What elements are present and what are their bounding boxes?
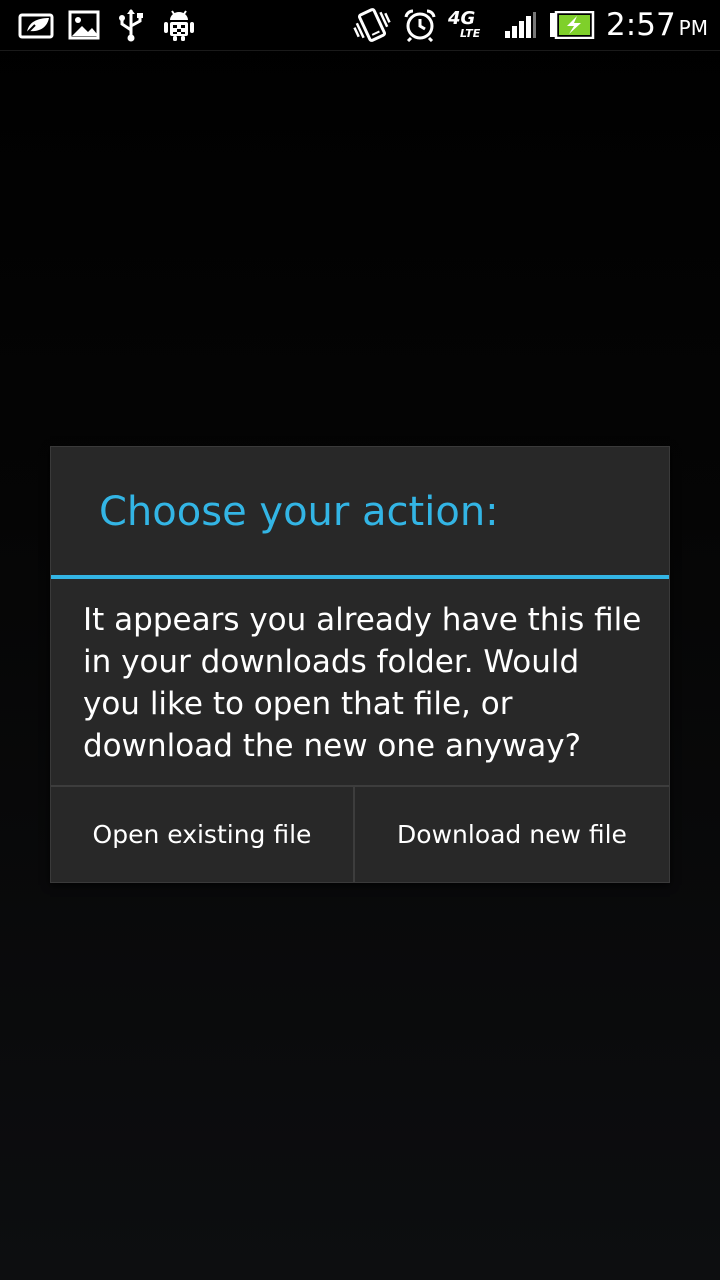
screen: 4G LTE 2:57 PM Choose your action: It ap… xyxy=(0,0,720,1280)
status-clock: 2:57 PM xyxy=(606,6,708,44)
action-dialog: Choose your action: It appears you alrea… xyxy=(50,446,670,883)
open-existing-file-button[interactable]: Open existing file xyxy=(51,787,353,882)
status-bar: 4G LTE 2:57 PM xyxy=(0,0,720,51)
network-4g-lte-icon: 4G LTE xyxy=(448,8,492,42)
usb-icon xyxy=(114,8,148,42)
notification-leaf-icon xyxy=(16,8,56,42)
network-label: 4G xyxy=(448,8,476,29)
clock-ampm: PM xyxy=(678,16,708,40)
dialog-message: It appears you already have this file in… xyxy=(83,602,642,764)
dialog-title: Choose your action: xyxy=(99,489,499,535)
title-divider xyxy=(51,575,669,579)
clock-time: 2:57 xyxy=(606,7,676,43)
battery-charging-icon xyxy=(548,8,596,42)
vibrate-icon xyxy=(352,8,392,42)
gallery-image-icon xyxy=(66,8,102,42)
network-sub-label: LTE xyxy=(460,27,481,40)
signal-strength-icon xyxy=(502,8,538,42)
download-new-file-button[interactable]: Download new file xyxy=(355,787,669,882)
alarm-clock-icon xyxy=(402,8,438,42)
dialog-button-bar: Open existing file Download new file xyxy=(51,785,669,882)
android-debug-icon xyxy=(160,8,198,42)
